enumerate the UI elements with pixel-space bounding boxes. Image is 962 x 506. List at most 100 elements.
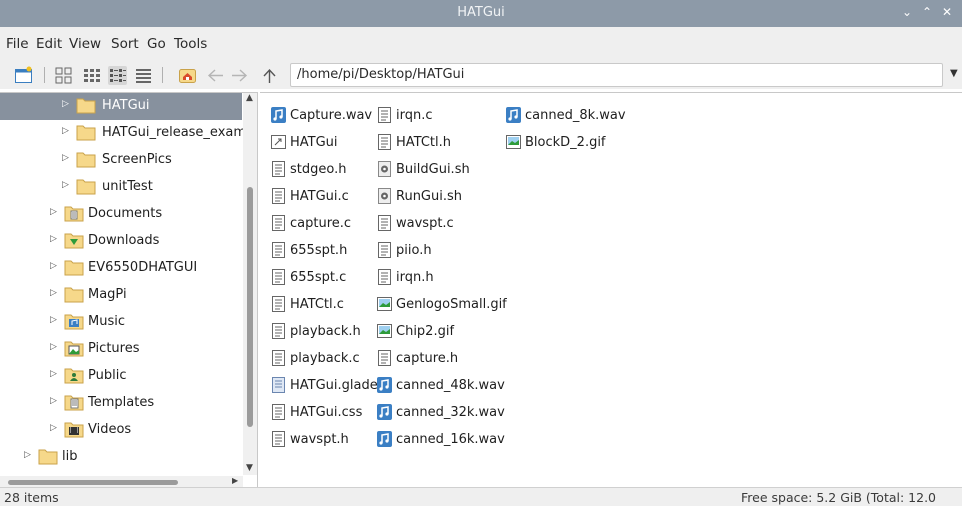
tree-vertical-scrollbar[interactable]: ▲ ▼: [243, 93, 257, 475]
menu-view[interactable]: View: [69, 36, 101, 52]
folder-icon: [76, 152, 96, 168]
file-name: 655spt.c: [290, 270, 347, 285]
tree-item-lib[interactable]: ▷ lib: [0, 444, 242, 471]
menu-go[interactable]: Go: [147, 36, 166, 52]
image-file-icon: [506, 135, 521, 149]
tree-item-hatgui-release[interactable]: ▷ HATGui_release_exampl: [0, 120, 257, 147]
window-menu-chevron-icon[interactable]: ⌄: [902, 5, 912, 19]
tree-item-documents[interactable]: ▷ Documents: [0, 201, 242, 228]
file-name: Chip2.gif: [396, 324, 455, 339]
file-name: HATGui.c: [290, 189, 349, 204]
scroll-right-arrow-icon[interactable]: ▶: [232, 476, 238, 485]
expand-arrow-icon[interactable]: ▷: [50, 423, 57, 433]
menu-edit[interactable]: Edit: [36, 36, 62, 52]
tree-item-label: EV6550DHATGUI: [88, 260, 198, 275]
text-file-icon: [272, 242, 285, 258]
tree-item-label: unitTest: [102, 179, 153, 194]
scrollbar-thumb[interactable]: [8, 480, 178, 485]
directory-tree: ▷ HATGui ▷ HATGui_release_exampl ▷ Scree…: [0, 92, 258, 487]
expand-arrow-icon[interactable]: ▷: [50, 369, 57, 379]
tree-item-label: Templates: [88, 395, 155, 410]
expand-arrow-icon[interactable]: ▷: [62, 153, 69, 163]
expand-arrow-icon[interactable]: ▷: [62, 180, 69, 190]
file-name: BlockD_2.gif: [525, 135, 606, 150]
expand-arrow-icon[interactable]: ▷: [50, 315, 57, 325]
tree-item-label: MagPi: [88, 287, 127, 302]
text-file-icon: [272, 188, 285, 204]
image-file-icon: [377, 324, 392, 338]
expand-arrow-icon[interactable]: ▷: [50, 288, 57, 298]
tree-item-label: Music: [88, 314, 125, 329]
text-file-icon: [272, 161, 285, 177]
expand-arrow-icon[interactable]: ▷: [50, 396, 57, 406]
public-folder-icon: [64, 368, 84, 384]
maximize-icon[interactable]: ⌃: [922, 5, 932, 19]
audio-file-icon: [377, 404, 392, 420]
expand-arrow-icon[interactable]: ▷: [50, 342, 57, 352]
file-name: capture.h: [396, 351, 459, 366]
tree-item-label: Public: [88, 368, 127, 383]
menu-file[interactable]: File: [6, 36, 29, 52]
expand-arrow-icon[interactable]: ▷: [50, 261, 57, 271]
tree-item-screenpics[interactable]: ▷ ScreenPics: [0, 147, 242, 174]
file-name: HATGui: [290, 135, 338, 150]
expand-arrow-icon[interactable]: ▷: [62, 126, 69, 136]
compact-view-icon[interactable]: [108, 66, 127, 85]
path-bar[interactable]: [290, 63, 943, 87]
expand-arrow-icon[interactable]: ▷: [62, 99, 69, 109]
file-name: HATGui.glade: [290, 378, 378, 393]
tree-item-hatgui[interactable]: ▷ HATGui: [0, 93, 242, 120]
expand-arrow-icon[interactable]: ▷: [50, 234, 57, 244]
icon-view-icon[interactable]: [54, 66, 73, 85]
tree-item-public[interactable]: ▷ Public: [0, 363, 242, 390]
tree-item-unittest[interactable]: ▷ unitTest: [0, 174, 242, 201]
scroll-up-arrow-icon[interactable]: ▲: [246, 93, 253, 103]
window-title: HATGui: [457, 5, 505, 20]
file-name: HATGui.css: [290, 405, 363, 420]
back-arrow-icon[interactable]: [206, 66, 225, 85]
list-view-icon[interactable]: [134, 66, 153, 85]
tree-item-templates[interactable]: ▷ Templates: [0, 390, 242, 417]
expand-arrow-icon[interactable]: ▷: [50, 207, 57, 217]
path-dropdown-icon[interactable]: ▼: [950, 68, 958, 79]
path-input[interactable]: [297, 67, 917, 82]
up-arrow-icon[interactable]: [260, 66, 279, 85]
file-name: HATCtl.c: [290, 297, 344, 312]
tree-item-ev6550dhatgui[interactable]: ▷ EV6550DHATGUI: [0, 255, 242, 282]
file-name: Capture.wav: [290, 108, 373, 123]
tree-item-pictures[interactable]: ▷ Pictures: [0, 336, 242, 363]
tree-item-music[interactable]: ▷ Music: [0, 309, 242, 336]
expand-arrow-icon[interactable]: ▷: [24, 450, 31, 460]
scrollbar-thumb[interactable]: [247, 187, 253, 427]
scroll-down-arrow-icon[interactable]: ▼: [246, 463, 253, 473]
menu-tools[interactable]: Tools: [174, 36, 207, 52]
thumbnail-view-icon[interactable]: [82, 66, 101, 85]
tree-item-magpi[interactable]: ▷ MagPi: [0, 282, 242, 309]
file-name: playback.h: [290, 324, 361, 339]
tree-horizontal-scrollbar[interactable]: ▶: [0, 476, 243, 487]
home-icon[interactable]: [178, 66, 197, 85]
file-name: HATCtl.h: [396, 135, 451, 150]
tree-item-videos[interactable]: ▷ Videos: [0, 417, 242, 444]
pictures-folder-icon: [64, 341, 84, 357]
audio-file-icon: [271, 107, 286, 123]
file-name: 655spt.h: [290, 243, 348, 258]
music-folder-icon: [64, 314, 84, 330]
file-name: BuildGui.sh: [396, 162, 470, 177]
item-count: 28 items: [4, 490, 59, 505]
new-window-icon[interactable]: [14, 66, 33, 85]
text-file-icon: [272, 431, 285, 447]
executable-file-icon: [271, 135, 286, 149]
tree-item-downloads[interactable]: ▷ Downloads: [0, 228, 242, 255]
close-icon[interactable]: ✕: [942, 5, 952, 19]
glade-file-icon: [272, 377, 285, 393]
forward-arrow-icon[interactable]: [230, 66, 249, 85]
toolbar-separator: [162, 67, 163, 83]
videos-folder-icon: [64, 422, 84, 438]
image-file-icon: [377, 297, 392, 311]
title-bar: HATGui ⌄ ⌃ ✕: [0, 0, 962, 27]
folder-icon: [64, 287, 84, 303]
menu-sort[interactable]: Sort: [111, 36, 139, 52]
toolbar-separator: [44, 67, 45, 83]
file-name: capture.c: [290, 216, 352, 231]
